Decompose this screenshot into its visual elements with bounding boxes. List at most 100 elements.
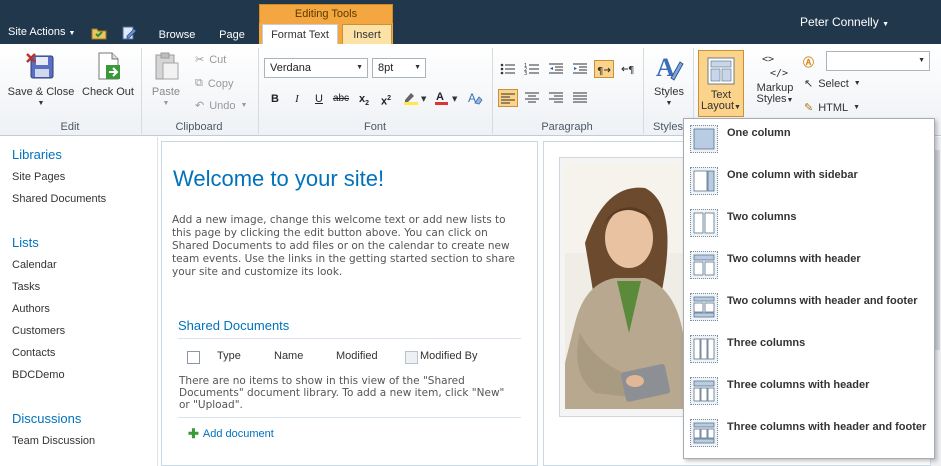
menu-item-two-columns-header-footer[interactable]: Two columns with header and footer bbox=[684, 287, 934, 329]
chevron-down-icon: ▼ bbox=[68, 30, 76, 37]
cut-label: Cut bbox=[209, 53, 227, 66]
nav-item-tasks[interactable]: Tasks bbox=[12, 281, 40, 293]
welcome-text[interactable]: Add a new image, change this welcome tex… bbox=[172, 214, 522, 279]
markup-styles-button[interactable]: <> </> Markup Styles▼ bbox=[752, 50, 798, 106]
user-menu[interactable]: Peter Connelly ▼ bbox=[800, 15, 889, 29]
page-title[interactable]: Welcome to your site! bbox=[173, 166, 384, 192]
column-header-modified-by[interactable]: Modified By bbox=[420, 350, 477, 362]
chevron-down-icon: ▼ bbox=[918, 57, 925, 64]
menu-item-three-columns-header-footer[interactable]: Three columns with header and footer bbox=[684, 413, 934, 455]
tab-browse[interactable]: Browse bbox=[150, 26, 204, 44]
chevron-down-icon: ▼ bbox=[853, 104, 861, 111]
align-right-button[interactable] bbox=[546, 89, 566, 107]
menu-item-label: Two columns with header bbox=[727, 253, 861, 265]
add-document-link[interactable]: ✚ Add document bbox=[188, 426, 274, 442]
menu-item-two-columns-header[interactable]: Two columns with header bbox=[684, 245, 934, 287]
select-all-checkbox[interactable] bbox=[187, 351, 200, 364]
underline-button[interactable]: U bbox=[310, 90, 328, 108]
undo-button[interactable]: ↶ Undo ▼ bbox=[195, 99, 247, 113]
paste-button[interactable]: Paste ▼ bbox=[146, 50, 186, 110]
bold-button[interactable]: B bbox=[266, 90, 284, 108]
folder-check-icon[interactable] bbox=[91, 26, 107, 40]
site-actions-menu[interactable]: Site Actions ▼ bbox=[8, 26, 75, 38]
font-family-select[interactable]: Verdana ▼ bbox=[264, 58, 368, 78]
tab-format-text[interactable]: Format Text bbox=[262, 24, 338, 45]
welcome-image-frame[interactable] bbox=[559, 157, 689, 417]
align-center-button[interactable] bbox=[522, 89, 542, 107]
nav-item-authors[interactable]: Authors bbox=[12, 303, 50, 315]
align-left-button[interactable] bbox=[498, 89, 518, 107]
increase-indent-button[interactable] bbox=[570, 60, 590, 78]
layout-three-columns-header-icon bbox=[690, 377, 718, 405]
decrease-indent-button[interactable] bbox=[546, 60, 566, 78]
menu-item-label: Three columns with header bbox=[727, 379, 870, 391]
nav-item-bdcdemo[interactable]: BDCDemo bbox=[12, 369, 65, 381]
clear-format-button[interactable]: A bbox=[465, 90, 485, 108]
chevron-down-icon: ▼ bbox=[162, 100, 170, 107]
column-header-modified[interactable]: Modified bbox=[336, 350, 378, 362]
language-button[interactable]: Ⓐ bbox=[803, 54, 814, 70]
menu-item-two-columns[interactable]: Two columns bbox=[684, 203, 934, 245]
modified-by-checkbox[interactable] bbox=[405, 351, 418, 364]
check-out-label: Check Out bbox=[82, 86, 134, 98]
nav-item-team-discussion[interactable]: Team Discussion bbox=[12, 435, 95, 447]
svg-text:3: 3 bbox=[524, 71, 527, 76]
subscript-button[interactable]: x2 bbox=[355, 90, 373, 108]
nav-item-shared-documents[interactable]: Shared Documents bbox=[12, 193, 106, 205]
copy-label: Copy bbox=[207, 77, 234, 90]
select-button[interactable]: ↖ Select ▼ bbox=[804, 77, 861, 91]
tab-page[interactable]: Page bbox=[210, 26, 254, 44]
edit-page-icon[interactable] bbox=[121, 26, 137, 40]
check-out-button[interactable]: Check Out bbox=[78, 50, 138, 98]
strikethrough-button[interactable]: abc bbox=[330, 90, 352, 108]
font-color-button[interactable]: A ▼ bbox=[433, 90, 461, 108]
text-layout-menu: One column One column with sidebar Two c… bbox=[683, 118, 935, 459]
nav-item-calendar[interactable]: Calendar bbox=[12, 259, 57, 271]
nav-item-contacts[interactable]: Contacts bbox=[12, 347, 55, 359]
svg-text:▼: ▼ bbox=[452, 95, 458, 103]
webpart-title-shared-documents[interactable]: Shared Documents bbox=[178, 318, 289, 333]
html-button[interactable]: ✎ HTML ▼ bbox=[804, 101, 861, 115]
font-size-select[interactable]: 8pt ▼ bbox=[372, 58, 426, 78]
chevron-down-icon: ▼ bbox=[882, 21, 889, 28]
nav-item-site-pages[interactable]: Site Pages bbox=[12, 171, 65, 183]
html-icon: ✎ bbox=[804, 102, 814, 114]
language-select[interactable]: ▼ bbox=[826, 51, 930, 71]
menu-item-three-columns[interactable]: Three columns bbox=[684, 329, 934, 371]
text-layout-button[interactable]: Text Layout▼ bbox=[698, 50, 744, 117]
chevron-down-icon: ▼ bbox=[414, 64, 421, 71]
layout-two-columns-header-icon bbox=[690, 251, 718, 279]
menu-item-one-column[interactable]: One column bbox=[684, 119, 934, 161]
menu-item-three-columns-header[interactable]: Three columns with header bbox=[684, 371, 934, 413]
menu-item-label: Three columns with header and footer bbox=[727, 421, 927, 433]
justify-button[interactable] bbox=[570, 89, 590, 107]
numbered-list-button[interactable]: 123 bbox=[522, 60, 542, 78]
menu-item-one-column-sidebar[interactable]: One column with sidebar bbox=[684, 161, 934, 203]
webpart-divider bbox=[178, 338, 521, 339]
styles-button[interactable]: A Styles ▼ bbox=[648, 50, 690, 110]
column-header-name[interactable]: Name bbox=[274, 350, 303, 362]
save-close-button[interactable]: Save & Close ▼ bbox=[6, 50, 76, 110]
copy-button[interactable]: ⧉ Copy bbox=[195, 77, 234, 90]
bullet-list-button[interactable] bbox=[498, 60, 518, 78]
rtl-button[interactable]: ¶ bbox=[618, 60, 638, 78]
nav-heading-discussions[interactable]: Discussions bbox=[12, 411, 81, 426]
right-to-left-icon: ¶ bbox=[621, 65, 634, 76]
bullet-list-icon bbox=[500, 63, 515, 75]
webpart-divider bbox=[178, 417, 521, 418]
cut-button[interactable]: ✂ Cut bbox=[195, 53, 227, 67]
nav-item-customers[interactable]: Customers bbox=[12, 325, 65, 337]
paragraph-group-label: Paragraph bbox=[541, 121, 593, 133]
svg-text:¶: ¶ bbox=[597, 66, 603, 77]
italic-button[interactable]: I bbox=[288, 90, 306, 108]
nav-heading-libraries[interactable]: Libraries bbox=[12, 147, 62, 162]
language-icon: Ⓐ bbox=[803, 57, 814, 69]
column-header-type[interactable]: Type bbox=[217, 350, 241, 362]
highlight-color-button[interactable]: ▼ bbox=[401, 90, 429, 108]
ltr-button[interactable]: ¶ bbox=[594, 60, 614, 78]
empty-list-message: There are no items to show in this view … bbox=[179, 375, 505, 411]
superscript-button[interactable]: x2 bbox=[377, 90, 395, 108]
tab-insert[interactable]: Insert bbox=[342, 24, 392, 45]
nav-heading-lists[interactable]: Lists bbox=[12, 235, 39, 250]
font-color-icon: A ▼ bbox=[435, 91, 458, 105]
